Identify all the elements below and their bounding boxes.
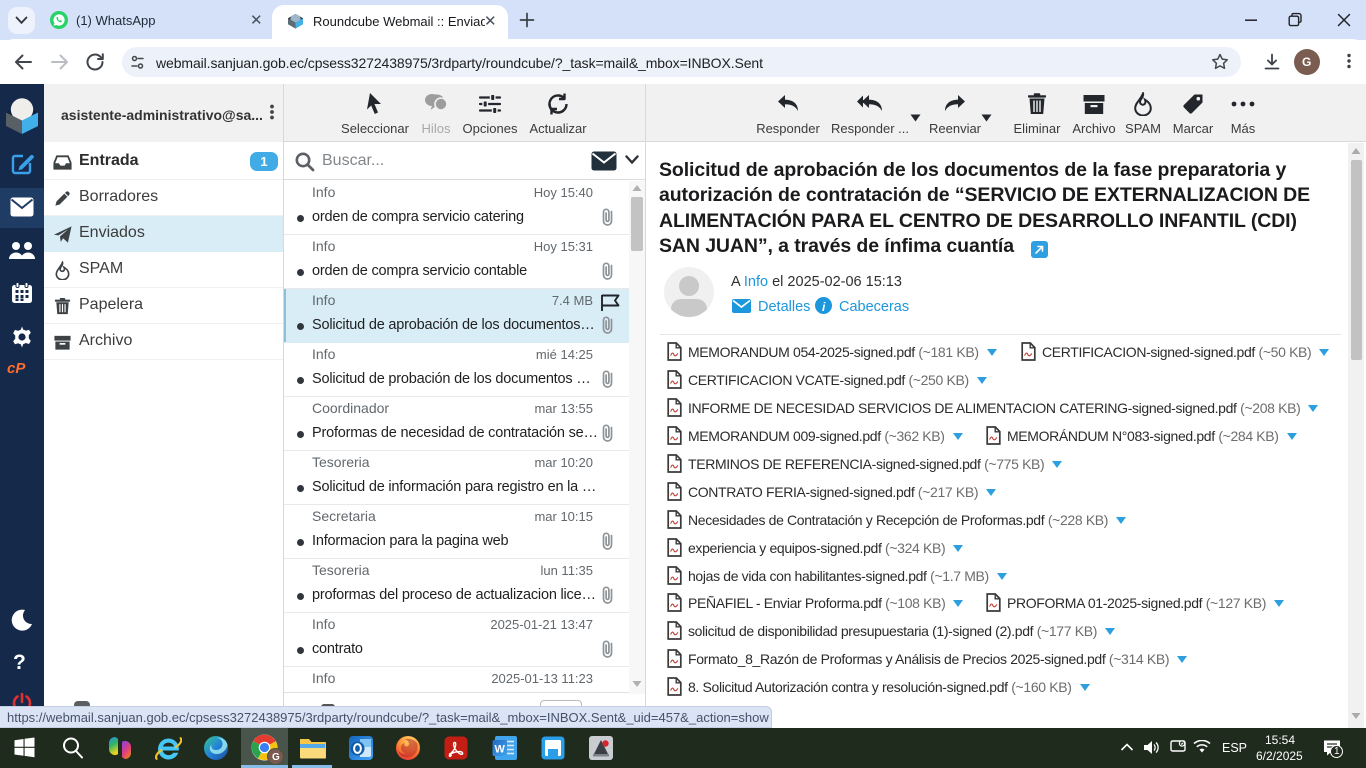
svg-text:W: W <box>495 744 506 756</box>
